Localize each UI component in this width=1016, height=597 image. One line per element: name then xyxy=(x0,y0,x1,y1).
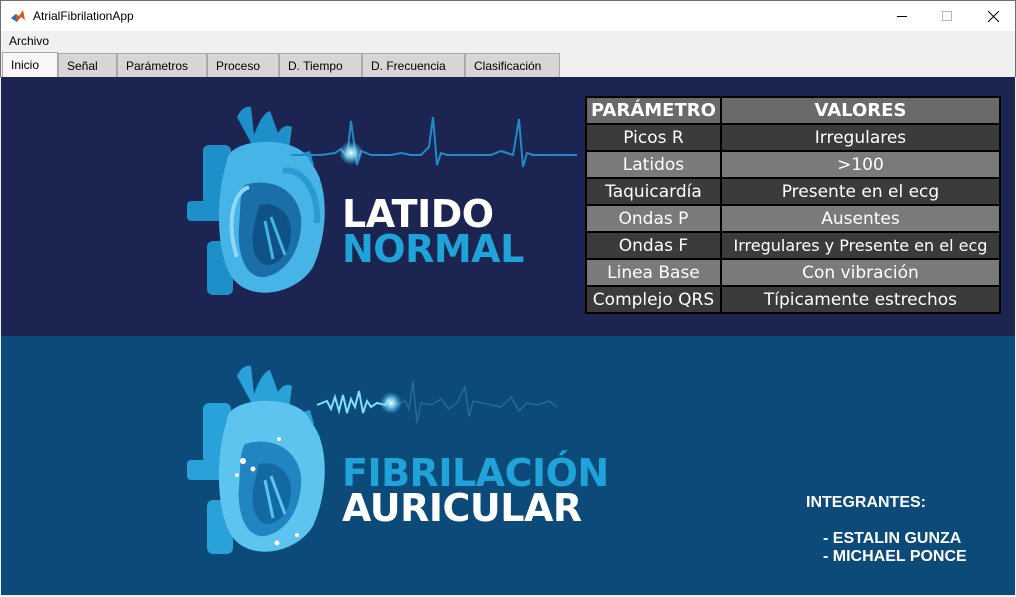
maximize-icon xyxy=(942,11,952,21)
table-row: Ondas F Irregulares y Presente en el ecg xyxy=(585,231,1002,260)
table-row: Linea Base Con vibración xyxy=(585,258,1002,287)
tab-d-frecuencia[interactable]: D. Frecuencia xyxy=(362,53,465,77)
table-cell-parameter: Taquicardía xyxy=(585,177,722,206)
table-cell-parameter: Picos R xyxy=(585,123,722,152)
tab-d-tiempo[interactable]: D. Tiempo xyxy=(279,53,362,77)
table-row: Complejo QRS Típicamente estrechos xyxy=(585,285,1002,314)
table-cell-value: Típicamente estrechos xyxy=(719,285,1002,314)
table-row: Taquicardía Presente en el ecg xyxy=(585,177,1002,206)
table-cell-value: Presente en el ecg xyxy=(719,177,1002,206)
table-cell-parameter: Latidos xyxy=(585,150,722,179)
heart-icon-fibrilation xyxy=(187,365,325,554)
integrantes-title: INTEGRANTES: xyxy=(806,494,926,511)
close-button[interactable] xyxy=(970,1,1016,31)
table-cell-parameter: Ondas F xyxy=(585,231,722,260)
tab-bar: Inicio Señal Parámetros Proceso D. Tiemp… xyxy=(0,52,1016,77)
member-name: - MICHAEL PONCE xyxy=(823,548,967,565)
title-bar: AtrialFibrilationApp xyxy=(0,0,1016,31)
menu-bar: Archivo xyxy=(0,31,1016,52)
member-name: - ESTALIN GUNZA xyxy=(823,530,962,547)
tab-proceso[interactable]: Proceso xyxy=(207,53,279,77)
table-row: Ondas P Ausentes xyxy=(585,204,1002,233)
table-cell-parameter: Ondas P xyxy=(585,204,722,233)
normal-text: NORMAL xyxy=(342,227,524,271)
ecg-line-normal xyxy=(291,116,577,168)
table-cell-value: Con vibración xyxy=(719,258,1002,287)
tab-inicio[interactable]: Inicio xyxy=(2,52,58,77)
table-cell-value: Ausentes xyxy=(719,204,1002,233)
parameters-table: PARÁMETRO VALORES Picos R Irregulares La… xyxy=(585,96,1002,314)
table-cell-value: Irregulares y Presente en el ecg xyxy=(719,231,1002,260)
window-title: AtrialFibrilationApp xyxy=(33,9,134,23)
close-icon xyxy=(987,10,999,22)
table-header-row: PARÁMETRO VALORES xyxy=(585,96,1002,125)
tab-parametros[interactable]: Parámetros xyxy=(117,53,207,77)
auricular-text: AURICULAR xyxy=(342,486,582,530)
ecg-glow-dot xyxy=(339,141,363,165)
minimize-button[interactable] xyxy=(879,1,925,31)
table-row: Latidos >100 xyxy=(585,150,1002,179)
table-cell-parameter: Complejo QRS xyxy=(585,285,722,314)
tab-senal[interactable]: Señal xyxy=(58,53,117,77)
matlab-icon xyxy=(10,8,26,24)
tab-content-inicio: LATIDO NORMAL FIBRILACIÓN AURICULAR PARÁ… xyxy=(1,77,1015,595)
table-header-parametro: PARÁMETRO xyxy=(585,96,722,125)
minimize-icon xyxy=(897,16,907,17)
table-cell-value: >100 xyxy=(719,150,1002,179)
tab-clasificacion[interactable]: Clasificación xyxy=(465,53,560,77)
menu-archivo[interactable]: Archivo xyxy=(9,34,49,48)
table-cell-parameter: Linea Base xyxy=(585,258,722,287)
ecg-line-fibrilation xyxy=(316,390,390,415)
table-row: Picos R Irregulares xyxy=(585,123,1002,152)
ecg-glow-dot-fibrilation xyxy=(380,392,402,414)
ecg-line-faded xyxy=(396,380,558,424)
maximize-button[interactable] xyxy=(924,1,970,31)
table-cell-value: Irregulares xyxy=(719,123,1002,152)
table-header-valores: VALORES xyxy=(719,96,1002,125)
heart-icon-normal xyxy=(187,106,325,295)
